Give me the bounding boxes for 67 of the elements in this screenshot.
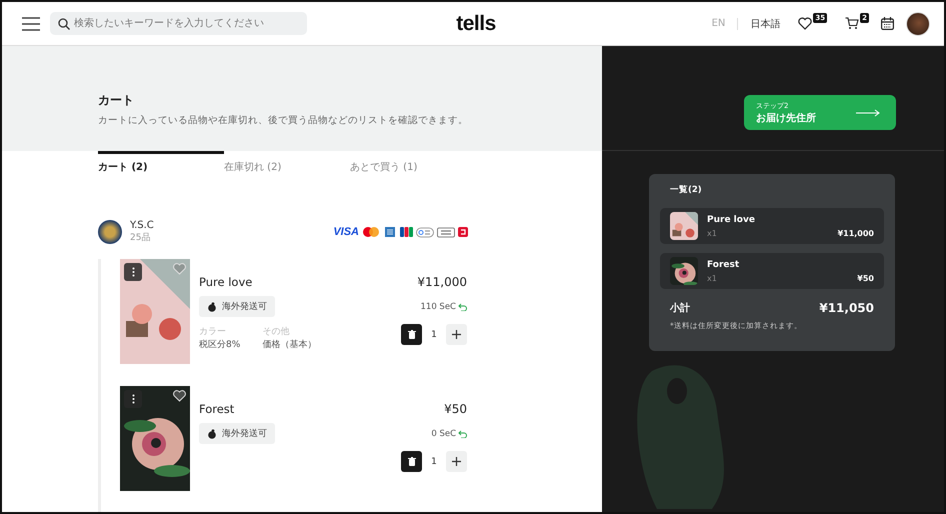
quantity-value: 1 <box>430 330 438 340</box>
globe-icon <box>207 428 217 438</box>
language-link[interactable]: 日本語 <box>750 16 780 30</box>
product-price: ¥50 <box>857 274 874 282</box>
points-label: 0 SeC <box>431 429 456 439</box>
tab[interactable]: 在庫切れ (2) <box>224 151 350 175</box>
more-button[interactable] <box>124 390 142 408</box>
plus-icon <box>452 330 461 339</box>
subtotal-label: 小計 <box>670 302 690 315</box>
more-icon <box>132 267 134 277</box>
summary-title: 一覧(2) <box>669 184 703 196</box>
option-label: カラー <box>199 326 227 338</box>
quantity-value: 1 <box>430 456 438 466</box>
return-arrow-icon <box>458 430 467 438</box>
globe-icon <box>207 302 217 312</box>
quantity-label: x1 <box>707 274 717 282</box>
product-price: ¥11,000 <box>417 275 467 289</box>
payment-card-icon <box>362 226 380 238</box>
logo[interactable]: tells <box>456 12 496 36</box>
summary-item[interactable]: Forest x1 ¥50 <box>660 253 884 289</box>
product-price: ¥11,000 <box>838 228 874 238</box>
product-thumbnail <box>670 212 698 240</box>
payment-card-icon <box>383 226 397 238</box>
increase-button[interactable] <box>446 324 467 345</box>
store-name[interactable]: Y.S.C <box>130 220 154 231</box>
menu-icon[interactable] <box>22 16 40 30</box>
delete-button[interactable] <box>401 451 422 472</box>
plus-icon <box>452 457 461 466</box>
arrow-right-icon <box>856 108 880 116</box>
tab[interactable]: あとで買う (1) <box>350 151 476 175</box>
more-icon <box>132 394 134 404</box>
item-count: 25品 <box>130 232 152 244</box>
payment-card-icon <box>458 226 468 238</box>
calendar-icon[interactable] <box>881 17 894 30</box>
subtotal-value: ¥11,050 <box>819 301 874 315</box>
search-field[interactable]: 検索したいキーワードを入力してください <box>50 12 307 35</box>
delete-button[interactable] <box>401 324 422 345</box>
product-name[interactable]: Forest <box>199 402 234 416</box>
product-thumbnail <box>670 257 698 285</box>
product-name[interactable]: Pure love <box>199 275 252 289</box>
page-title: カート <box>98 92 135 109</box>
option-label: その他 <box>262 326 290 338</box>
card-brand-logo: VISA <box>333 226 359 238</box>
product-name: Pure love <box>707 214 756 224</box>
trash-icon <box>408 457 416 466</box>
quantity-label: x1 <box>707 228 717 238</box>
user-avatar[interactable] <box>906 12 930 36</box>
trash-icon <box>408 330 416 339</box>
cart-icon[interactable] <box>845 17 860 30</box>
summary-item[interactable]: Pure love x1 ¥11,000 <box>660 208 884 244</box>
badge-label: 海外発送可 <box>222 428 267 440</box>
payment-card-icon <box>437 226 455 238</box>
option-value: 価格（基本） <box>262 338 316 351</box>
more-button[interactable] <box>124 263 142 281</box>
option-value: 税区分8% <box>199 338 240 351</box>
store-avatar[interactable] <box>98 220 122 244</box>
heart-icon[interactable] <box>798 17 812 30</box>
tab[interactable]: カート (2) <box>98 151 224 175</box>
increase-button[interactable] <box>446 451 467 472</box>
badge-label: 海外発送可 <box>222 300 267 313</box>
product-name: Forest <box>707 260 740 270</box>
payment-card-icon <box>416 226 434 238</box>
points-label: 110 SeC <box>420 302 456 312</box>
payment-card-icon <box>400 226 413 238</box>
product-price: ¥50 <box>444 402 467 416</box>
return-arrow-icon <box>458 303 467 311</box>
page-subtitle: カートに入っている品物や在庫切れ、後で買う品物などのリストを確認できます。 <box>98 114 469 127</box>
